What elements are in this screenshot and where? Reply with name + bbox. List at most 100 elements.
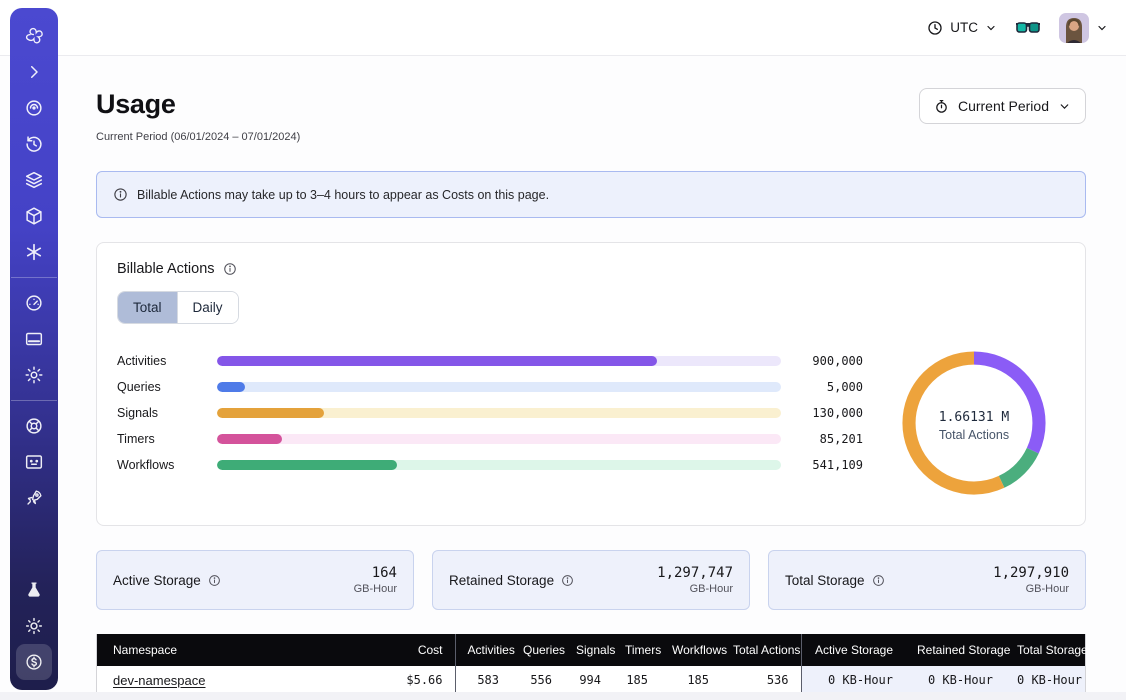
column-header-cost: Cost <box>359 634 455 666</box>
tab-total[interactable]: Total <box>118 292 177 323</box>
active-storage-card: Active Storage 164 GB-Hour <box>96 550 414 610</box>
sun-icon[interactable] <box>16 608 52 644</box>
bar-row-signals: Signals 130,000 <box>117 400 863 426</box>
total-actions-label: Total Actions <box>939 428 1009 442</box>
active-storage-value: 164 <box>354 565 397 581</box>
table-header-row: NamespaceCostActivitiesQueriesSignalsTim… <box>97 634 1085 666</box>
billable-view-tabs: TotalDaily <box>117 291 239 324</box>
timezone-selector[interactable]: UTC <box>927 20 997 36</box>
period-button-label: Current Period <box>958 98 1049 114</box>
column-header-total-storage: Total Storage <box>1005 634 1085 666</box>
bar-fill <box>217 408 324 418</box>
namespace-link[interactable]: dev-namespace <box>113 673 206 688</box>
period-selector-button[interactable]: Current Period <box>919 88 1086 124</box>
chevron-down-icon <box>985 22 997 34</box>
column-header-workflows: Workflows <box>660 634 721 666</box>
history-clock-icon[interactable] <box>16 126 52 162</box>
dollar-coin-icon[interactable] <box>16 644 52 680</box>
nexus-asterisk-icon[interactable] <box>16 234 52 270</box>
bar-row-queries: Queries 5,000 <box>117 374 863 400</box>
terminal-icon[interactable] <box>16 444 52 480</box>
bar-fill <box>217 356 657 366</box>
main-content: Usage Current Period Current Period (06/… <box>0 56 1126 692</box>
bar-track <box>217 356 781 366</box>
cell-active-storage: 0 KB-Hour <box>801 666 905 692</box>
cube-icon[interactable] <box>16 198 52 234</box>
current-period-subtitle: Current Period (06/01/2024 – 07/01/2024) <box>96 131 1086 143</box>
layers-icon[interactable] <box>16 162 52 198</box>
bar-track <box>217 408 781 418</box>
info-banner-text: Billable Actions may take up to 3–4 hour… <box>137 188 549 202</box>
total-storage-card: Total Storage 1,297,910 GB-Hour <box>768 550 1086 610</box>
total-actions-donut-chart: 1.66131 M Total Actions <box>899 348 1049 503</box>
bar-fill <box>217 434 282 444</box>
cell-signals: 994 <box>564 666 613 692</box>
column-header-namespace: Namespace <box>97 634 359 666</box>
bar-label: Workflows <box>117 458 205 472</box>
lifebuoy-icon[interactable] <box>16 408 52 444</box>
bar-value: 541,109 <box>793 458 863 472</box>
bar-value: 5,000 <box>793 380 863 394</box>
info-icon <box>113 187 128 202</box>
bar-label: Queries <box>117 380 205 394</box>
total-actions-value: 1.66131 M <box>939 410 1009 425</box>
settings-gear-icon[interactable] <box>16 357 52 393</box>
retained-storage-label: Retained Storage <box>449 573 554 588</box>
bar-track <box>217 434 781 444</box>
table-row: dev-namespace$5.665835569941851855360 KB… <box>97 666 1085 692</box>
billable-actions-bar-chart: Activities900,000 Queries 5,000 Signals 130,… <box>117 346 863 478</box>
bar-fill <box>217 460 397 470</box>
total-storage-label: Total Storage <box>785 573 865 588</box>
user-avatar[interactable] <box>1059 13 1089 43</box>
namespaces-icon[interactable] <box>16 90 52 126</box>
glasses-icon[interactable] <box>1015 19 1041 37</box>
page-title: Usage <box>96 88 176 120</box>
retained-storage-card: Retained Storage 1,297,747 GB-Hour <box>432 550 750 610</box>
info-icon[interactable] <box>223 262 237 276</box>
bar-track <box>217 382 781 392</box>
chevron-down-icon <box>1096 22 1108 34</box>
column-header-activities: Activities <box>455 634 511 666</box>
bar-value: 900,000 <box>793 354 863 368</box>
app-shell: UTC Usage Current Peri <box>0 0 1126 692</box>
bar-row-timers: Timers85,201 <box>117 426 863 452</box>
info-banner: Billable Actions may take up to 3–4 hour… <box>96 171 1086 218</box>
bar-row-activities: Activities900,000 <box>117 348 863 374</box>
clock-icon <box>927 20 943 36</box>
active-storage-unit: GB-Hour <box>354 583 397 595</box>
cell-queries: 556 <box>511 666 564 692</box>
stopwatch-icon <box>934 99 949 114</box>
billable-actions-title: Billable Actions <box>117 261 215 277</box>
billing-card-icon[interactable] <box>16 321 52 357</box>
sidebar-divider <box>11 400 57 401</box>
user-menu[interactable] <box>1059 13 1108 43</box>
info-icon[interactable] <box>561 574 574 587</box>
column-header-signals: Signals <box>564 634 613 666</box>
timezone-label: UTC <box>950 20 978 35</box>
retained-storage-value: 1,297,747 <box>657 565 733 581</box>
bar-value: 130,000 <box>793 406 863 420</box>
cell-cost: $5.66 <box>359 666 455 692</box>
info-icon[interactable] <box>208 574 221 587</box>
chevron-down-icon <box>1058 100 1071 113</box>
temporal-logo[interactable] <box>16 18 52 54</box>
column-header-queries: Queries <box>511 634 564 666</box>
cell-retained-storage: 0 KB-Hour <box>905 666 1005 692</box>
bar-fill <box>217 382 245 392</box>
chevron-right-icon[interactable] <box>16 54 52 90</box>
rocket-icon[interactable] <box>16 480 52 516</box>
top-bar: UTC <box>0 0 1126 56</box>
total-storage-value: 1,297,910 <box>993 565 1069 581</box>
cell-activities: 583 <box>455 666 511 692</box>
bar-label: Timers <box>117 432 205 446</box>
bar-label: Signals <box>117 406 205 420</box>
tab-daily[interactable]: Daily <box>177 292 238 323</box>
retained-storage-unit: GB-Hour <box>657 583 733 595</box>
cell-timers: 185 <box>613 666 660 692</box>
flask-icon[interactable] <box>16 572 52 608</box>
info-icon[interactable] <box>872 574 885 587</box>
total-storage-unit: GB-Hour <box>993 583 1069 595</box>
bar-track <box>217 460 781 470</box>
namespace-usage-table: NamespaceCostActivitiesQueriesSignalsTim… <box>96 634 1086 692</box>
usage-gauge-icon[interactable] <box>16 285 52 321</box>
